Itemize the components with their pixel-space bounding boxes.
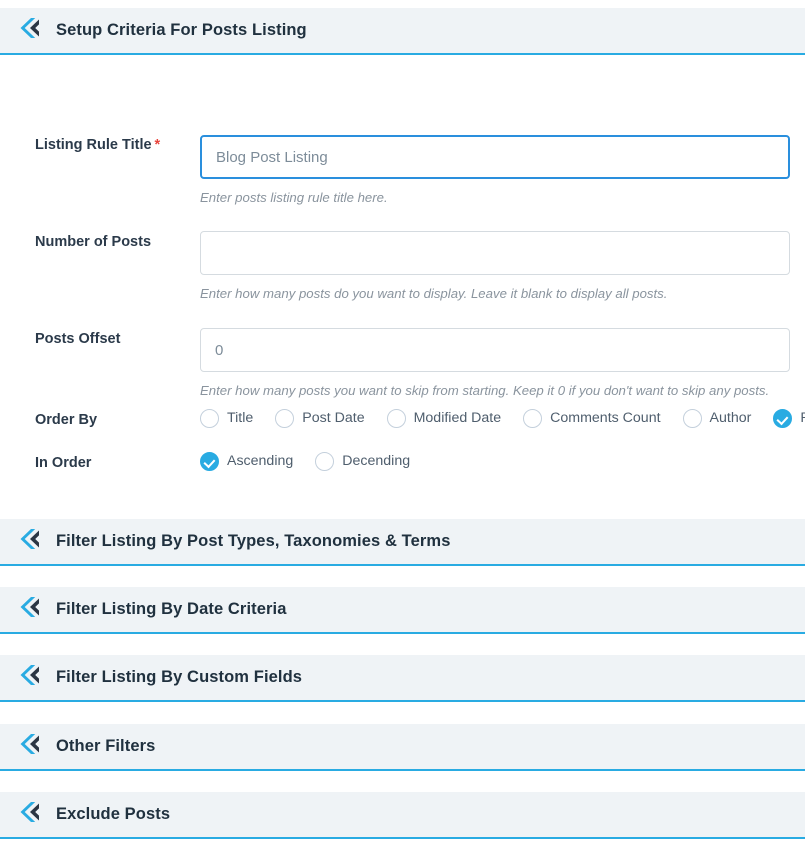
order-by-option-label: Title <box>227 410 254 427</box>
section-title: Other Filters <box>56 737 156 756</box>
order-by-option-label: Author <box>709 410 752 427</box>
radio-unchecked-icon[interactable] <box>523 409 543 428</box>
order-by-option-label: Comments Count <box>550 410 661 427</box>
double-chevron-left-icon <box>16 525 44 558</box>
posts-offset-input[interactable] <box>200 328 790 372</box>
in-order-label: In Order <box>35 455 92 471</box>
section-header-filter-post-types[interactable]: Filter Listing By Post Types, Taxonomies… <box>0 519 805 566</box>
in-order-option-ascending[interactable]: Ascending <box>200 452 293 471</box>
order-by-label: Order By <box>35 412 98 428</box>
double-chevron-left-icon <box>16 14 44 47</box>
radio-unchecked-icon[interactable] <box>200 409 219 428</box>
number-of-posts-label: Number of Posts <box>35 234 152 250</box>
section-title: Filter Listing By Date Criteria <box>56 600 287 619</box>
posts-offset-control: Enter how many posts you want to skip fr… <box>200 328 790 400</box>
double-chevron-left-icon <box>16 798 44 831</box>
section-header-filter-custom-fields[interactable]: Filter Listing By Custom Fields <box>0 655 805 702</box>
order-by-option-modified-date[interactable]: Modified Date <box>386 409 502 428</box>
listing-rule-title-help: Enter posts listing rule title here. <box>200 190 388 205</box>
in-order-option-label: Decending <box>342 453 411 470</box>
radio-unchecked-icon[interactable] <box>315 452 335 471</box>
required-asterisk: * <box>154 137 161 153</box>
posts-offset-help: Enter how many posts you want to skip fr… <box>200 383 770 398</box>
order-by-option-author[interactable]: Author <box>682 409 752 428</box>
order-by-option-post-date[interactable]: Post Date <box>275 409 365 428</box>
listing-rule-title-label: Listing Rule Title * <box>35 137 160 154</box>
section-header-setup-criteria[interactable]: Setup Criteria For Posts Listing <box>0 8 805 55</box>
double-chevron-left-icon <box>16 730 44 763</box>
section-header-exclude-posts[interactable]: Exclude Posts <box>0 792 805 839</box>
listing-rule-title-input[interactable] <box>200 135 790 179</box>
radio-unchecked-icon[interactable] <box>682 409 702 428</box>
order-by-option-label: Post Date <box>302 410 365 427</box>
order-by-option-title[interactable]: Title <box>200 409 253 428</box>
in-order-radio-group: Ascending Decending <box>200 452 410 471</box>
double-chevron-left-icon <box>16 661 44 694</box>
section-title: Exclude Posts <box>56 805 171 824</box>
order-by-option-random[interactable]: Random <box>773 409 805 428</box>
order-by-option-label: Random <box>800 411 805 425</box>
in-order-option-decending[interactable]: Decending <box>315 452 410 471</box>
radio-checked-icon[interactable] <box>773 409 793 428</box>
number-of-posts-control: Enter how many posts do you want to disp… <box>200 231 790 303</box>
radio-unchecked-icon[interactable] <box>275 409 295 428</box>
radio-checked-icon[interactable] <box>200 452 219 471</box>
order-by-option-label: Modified Date <box>413 410 502 427</box>
number-of-posts-help: Enter how many posts do you want to disp… <box>200 286 668 301</box>
section-title: Filter Listing By Post Types, Taxonomies… <box>56 532 451 551</box>
listing-rule-title-control: Enter posts listing rule title here. <box>200 135 790 207</box>
in-order-option-label: Ascending <box>227 453 294 470</box>
posts-offset-label: Posts Offset <box>35 331 121 347</box>
double-chevron-left-icon <box>16 593 44 626</box>
order-by-option-comments-count[interactable]: Comments Count <box>523 409 661 428</box>
order-by-radio-group: Title Post Date Modified Date Comments Coun… <box>200 409 805 428</box>
section-header-other-filters[interactable]: Other Filters <box>0 724 805 771</box>
section-title: Setup Criteria For Posts Listing <box>56 21 307 40</box>
label-text: Listing Rule Title <box>35 137 152 153</box>
radio-unchecked-icon[interactable] <box>386 409 406 428</box>
section-header-filter-date[interactable]: Filter Listing By Date Criteria <box>0 587 805 634</box>
section-title: Filter Listing By Custom Fields <box>56 668 303 687</box>
number-of-posts-input[interactable] <box>200 231 790 275</box>
